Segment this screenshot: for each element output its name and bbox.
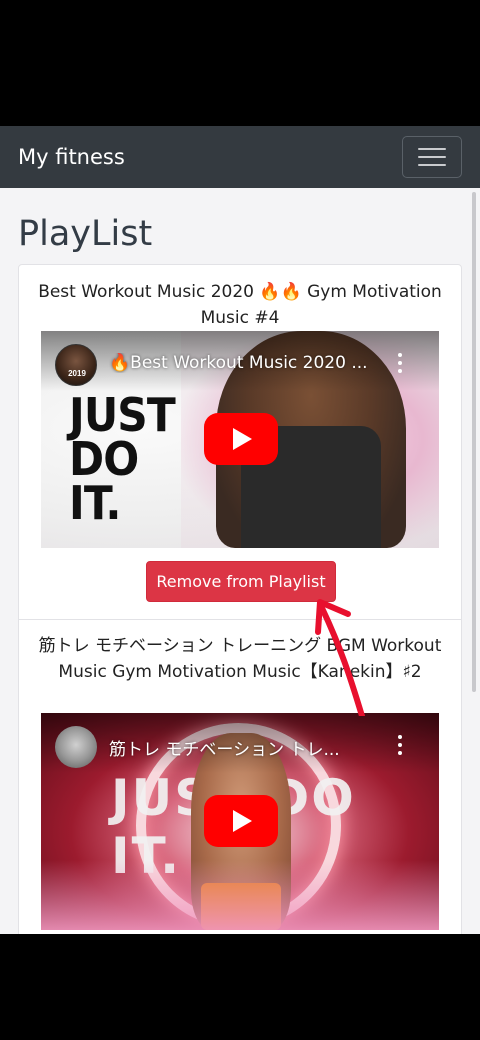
playlist-card: Best Workout Music 2020 🔥🔥 Gym Motivatio… [18, 264, 462, 934]
bottom-black-bar [0, 934, 480, 1040]
scrollbar[interactable] [472, 192, 476, 692]
navbar: My fitness [0, 126, 480, 188]
page-title: PlayList [18, 214, 153, 254]
video-player[interactable]: JUST DO IT. 2019 🔥Best Workout Music 2020 … [41, 331, 439, 548]
card-divider [19, 619, 461, 620]
thumbnail-flames [41, 860, 439, 930]
navbar-brand[interactable]: My fitness [18, 145, 125, 169]
more-vertical-icon[interactable] [397, 735, 403, 755]
more-vertical-icon[interactable] [397, 353, 403, 373]
hamburger-icon-line [418, 164, 446, 166]
navbar-toggler-button[interactable] [402, 136, 462, 178]
app-screen: My fitness PlayList Best Workout Music 2… [0, 126, 480, 934]
play-icon[interactable] [204, 413, 278, 465]
top-black-bar [0, 0, 480, 126]
arrow-icon [315, 599, 365, 716]
video-title[interactable]: 🔥Best Workout Music 2020 ... [109, 353, 389, 373]
channel-avatar-badge: 2019 [68, 369, 86, 378]
play-icon[interactable] [204, 795, 278, 847]
hamburger-icon-line [418, 148, 446, 150]
thumbnail-slogan: JUST DO IT. [69, 388, 176, 530]
channel-avatar[interactable]: 2019 [55, 344, 97, 386]
playlist-item-title: Best Workout Music 2020 🔥🔥 Gym Motivatio… [38, 282, 442, 328]
channel-avatar[interactable] [55, 726, 97, 768]
video-title[interactable]: 筋トレ モチベーション トレ... [109, 735, 389, 760]
hamburger-icon-line [418, 156, 446, 158]
video-player[interactable]: JUST DO IT. 筋トレ モチベーション トレ... [41, 713, 439, 930]
